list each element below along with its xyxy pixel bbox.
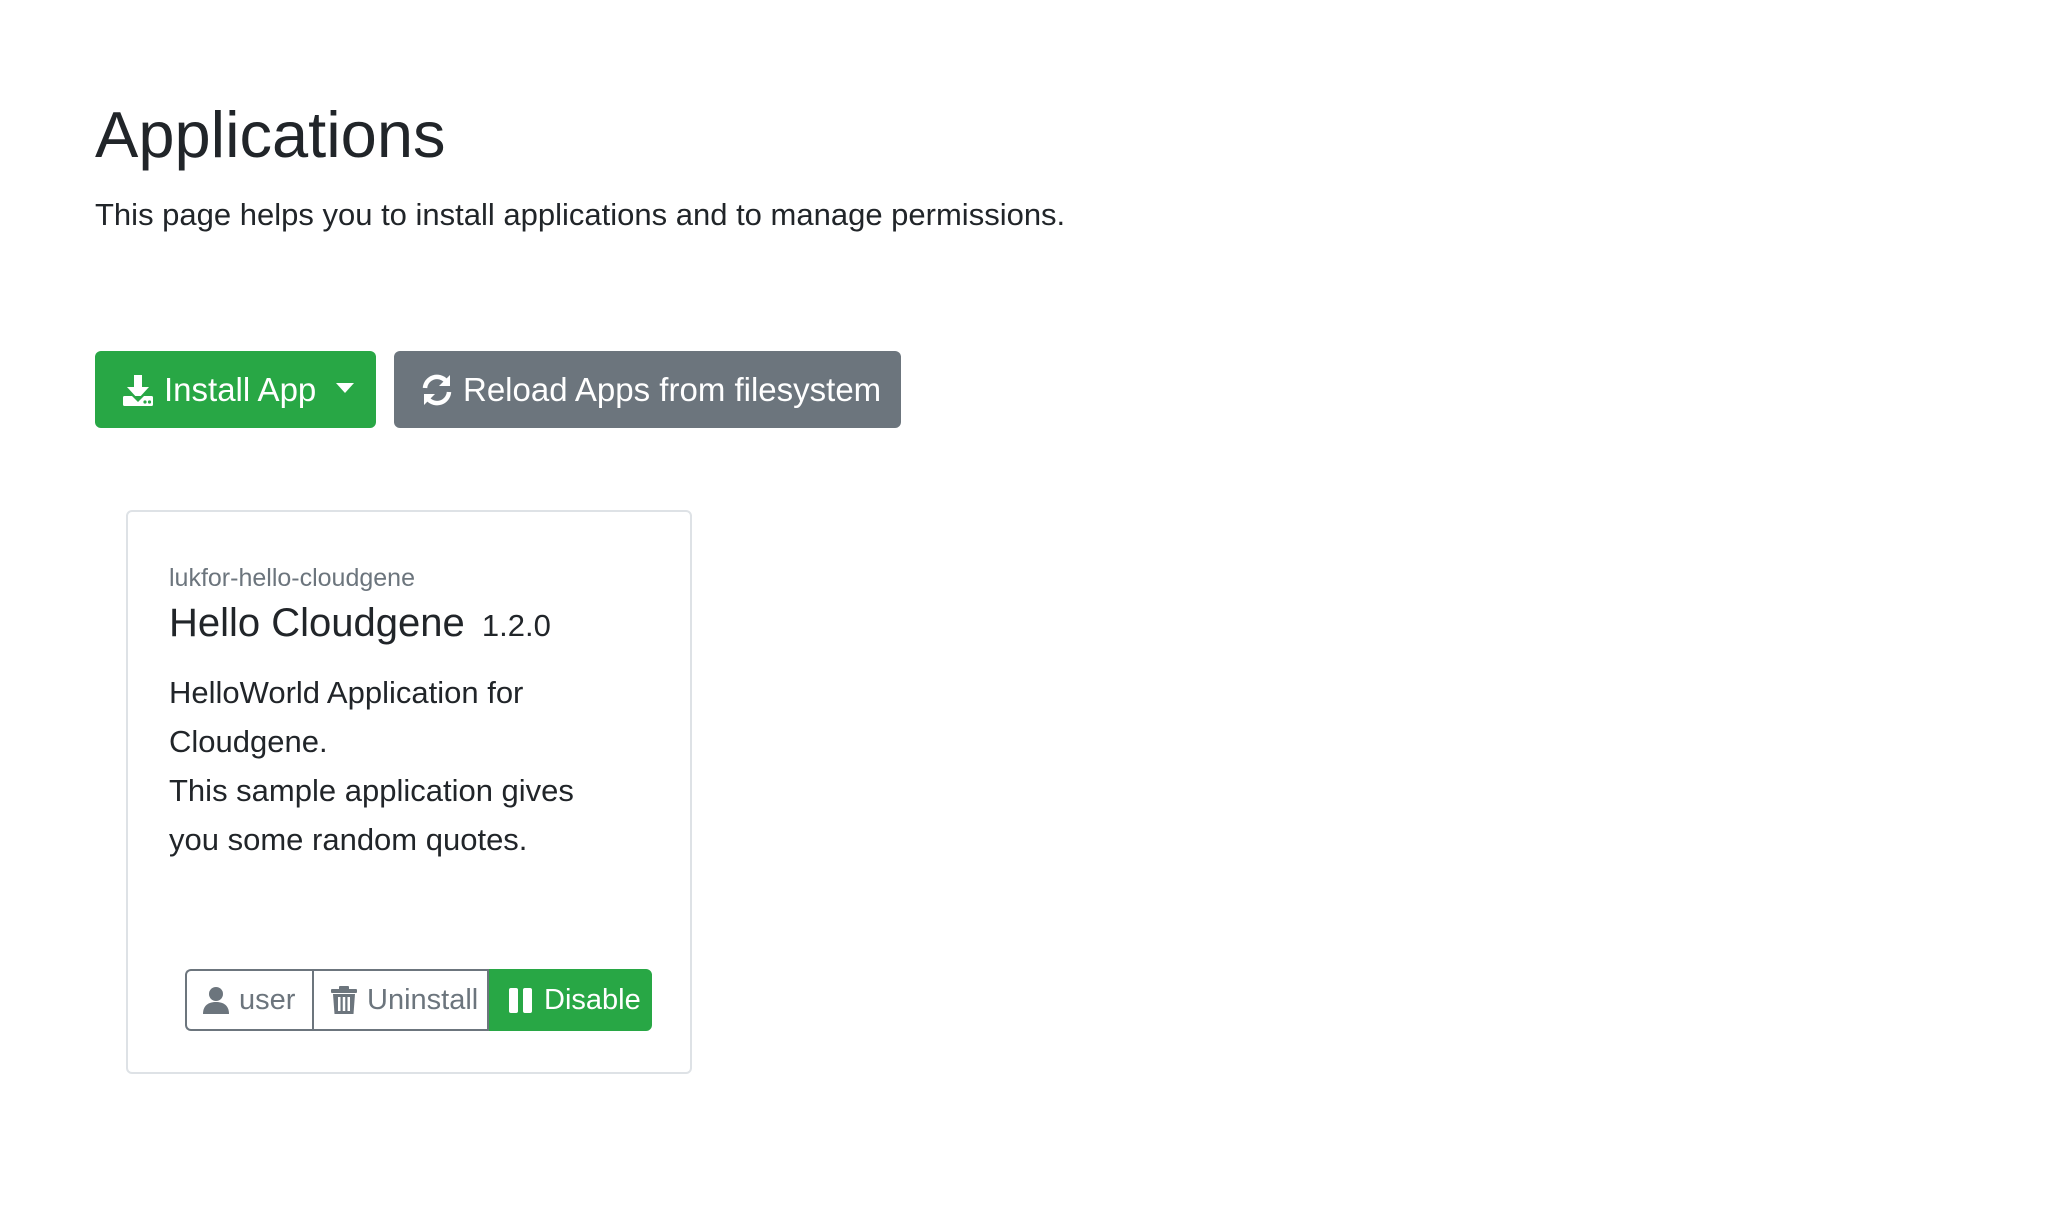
app-card: lukfor-hello-cloudgene Hello Cloudgene 1… <box>126 510 692 1074</box>
chevron-down-icon <box>336 382 355 393</box>
app-description-line: you some random quotes. <box>169 822 528 857</box>
sync-icon <box>419 372 455 408</box>
app-description: HelloWorld Application for Cloudgene. Th… <box>169 668 639 864</box>
reload-apps-label: Reload Apps from filesystem <box>463 370 882 408</box>
app-title: Hello Cloudgene 1.2.0 <box>169 601 551 646</box>
applications-page: Applications This page helps you to inst… <box>0 0 2048 1206</box>
app-version: 1.2.0 <box>481 608 551 643</box>
user-icon <box>201 985 231 1015</box>
app-description-line: HelloWorld Application for <box>169 675 524 710</box>
uninstall-button-label: Uninstall <box>367 983 479 1016</box>
reload-apps-button[interactable]: Reload Apps from filesystem <box>394 351 901 428</box>
page-title: Applications <box>95 98 446 171</box>
app-id: lukfor-hello-cloudgene <box>169 564 415 592</box>
page-subtitle: This page helps you to install applicati… <box>95 197 1066 232</box>
app-description-line: Cloudgene. <box>169 724 328 759</box>
install-app-button[interactable]: Install App <box>95 351 376 428</box>
trash-icon <box>329 985 359 1015</box>
user-button-label: user <box>239 983 296 1016</box>
app-actions: user Uninstall Disable <box>185 969 652 1031</box>
install-app-label: Install App <box>164 370 317 408</box>
app-description-line: This sample application gives <box>169 773 574 808</box>
app-name: Hello Cloudgene <box>169 601 465 645</box>
disable-button-label: Disable <box>544 983 641 1016</box>
pause-icon <box>506 985 536 1015</box>
download-icon <box>120 372 156 408</box>
uninstall-button[interactable]: Uninstall <box>312 969 489 1031</box>
user-permissions-button[interactable]: user <box>185 969 312 1031</box>
disable-button[interactable]: Disable <box>489 969 652 1031</box>
